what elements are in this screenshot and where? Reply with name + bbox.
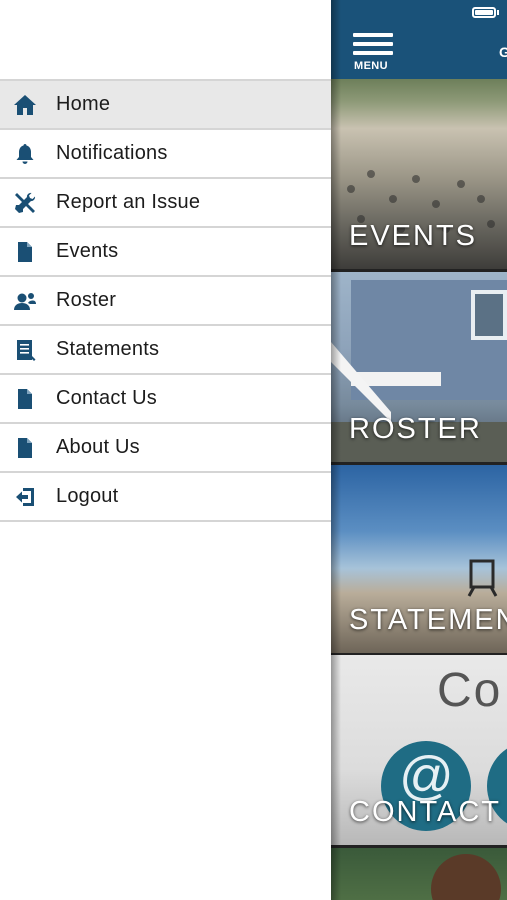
menu-item-home[interactable]: Home <box>0 79 331 130</box>
roster-tile[interactable]: ROSTER <box>331 272 507 462</box>
roster-tile-label: ROSTER <box>349 413 482 445</box>
document-icon <box>12 386 38 412</box>
drawer-header <box>0 0 331 79</box>
contact-header-text: Co <box>437 664 503 717</box>
menu-item-notifications[interactable]: Notifications <box>0 130 331 179</box>
events-tile[interactable]: EVENTS <box>331 79 507 269</box>
hamburger-menu-icon[interactable] <box>353 33 393 60</box>
menu-item-label: Contact Us <box>56 387 157 409</box>
menu-item-label: About Us <box>56 436 140 458</box>
contact-tile[interactable]: Co @ CONTACT <box>331 655 507 845</box>
menu-item-label: Statements <box>56 338 160 360</box>
main-content-panel: MENU G EVENTS ROSTER STATEMEN Co @ CONTA… <box>331 0 507 900</box>
bell-icon <box>12 141 38 167</box>
home-icon <box>12 92 38 118</box>
menu-button-label[interactable]: MENU <box>354 60 388 72</box>
about-tile[interactable] <box>331 848 507 900</box>
document-icon <box>12 435 38 461</box>
header-title: G <box>499 44 507 60</box>
battery-icon <box>472 7 496 18</box>
menu-item-contact-us[interactable]: Contact Us <box>0 375 331 424</box>
statement-icon <box>12 337 38 363</box>
menu-item-events[interactable]: Events <box>0 228 331 277</box>
menu-item-roster[interactable]: Roster <box>0 277 331 326</box>
app-header: MENU G <box>331 0 507 79</box>
events-tile-label: EVENTS <box>349 220 478 252</box>
menu-item-label: Notifications <box>56 142 168 164</box>
menu-item-logout[interactable]: Logout <box>0 473 331 522</box>
menu-item-label: Logout <box>56 485 119 507</box>
menu-item-label: Roster <box>56 289 117 311</box>
menu-item-report-issue[interactable]: Report an Issue <box>0 179 331 228</box>
statements-tile-label: STATEMEN <box>349 604 507 636</box>
contact-tile-label: CONTACT <box>349 796 502 828</box>
menu-item-statements[interactable]: Statements <box>0 326 331 375</box>
logout-icon <box>12 484 38 510</box>
menu-item-label: Home <box>56 93 111 115</box>
person-icon <box>12 288 38 314</box>
person-photo <box>431 854 501 900</box>
tools-icon <box>12 190 38 216</box>
menu-item-label: Events <box>56 240 119 262</box>
statements-tile[interactable]: STATEMEN <box>331 465 507 653</box>
menu-item-about-us[interactable]: About Us <box>0 424 331 473</box>
document-icon <box>12 239 38 265</box>
navigation-drawer: Home Notifications Report an Issue Event… <box>0 0 331 900</box>
menu-item-label: Report an Issue <box>56 191 201 213</box>
